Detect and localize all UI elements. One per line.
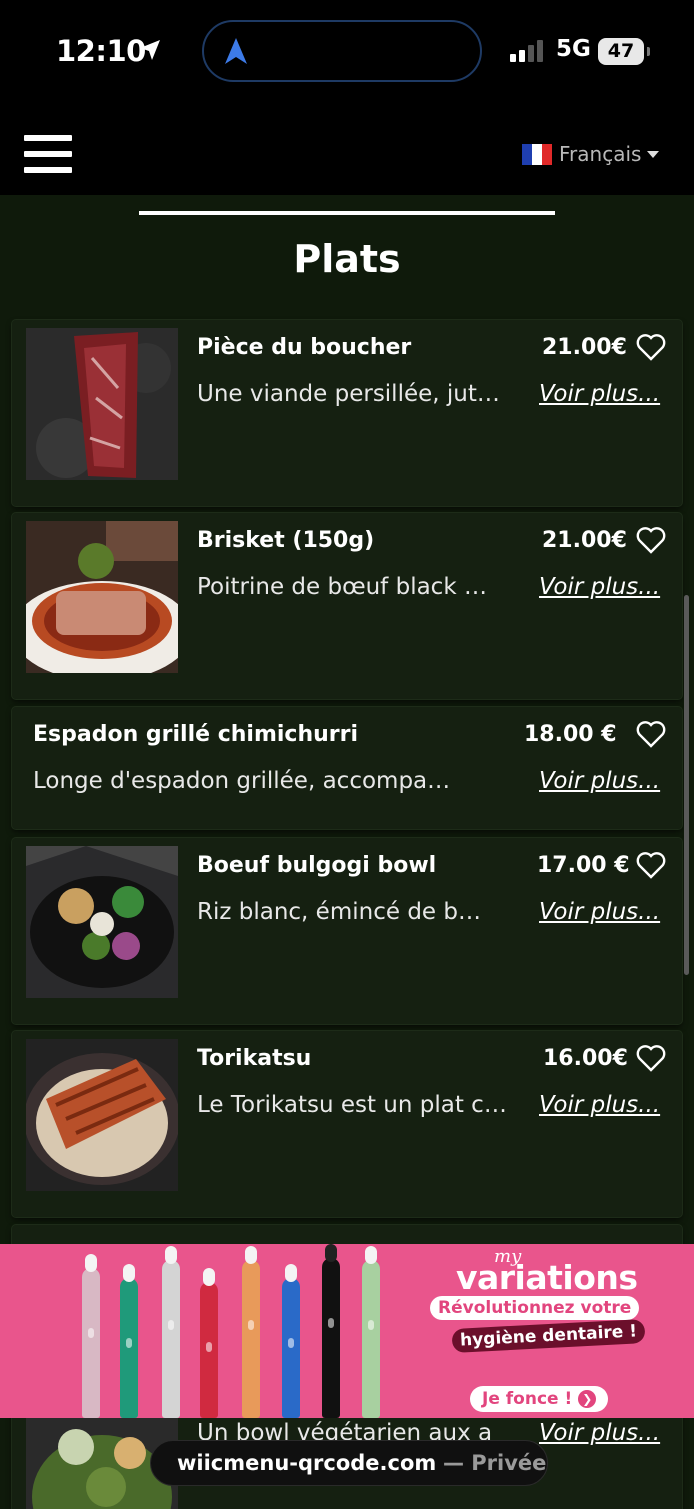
item-price: 16.00€ <box>543 1046 628 1071</box>
menu-item-card[interactable]: Torikatsu 16.00€ Le Torikatsu est un pla… <box>12 1031 682 1217</box>
network-type: 5G <box>556 36 591 62</box>
battery-indicator: 47 <box>598 38 650 65</box>
item-name: Boeuf bulgogi bowl <box>197 853 437 878</box>
item-description: Riz blanc, émincé de bœuf mariné <box>197 899 502 925</box>
item-description: Longe d'espadon grillée, accompagnée de … <box>33 768 451 794</box>
item-name: Brisket (150g) <box>197 528 375 553</box>
item-description: Poitrine de bœuf black Angus fumée <box>197 574 502 600</box>
advertisement-banner[interactable]: my variations Révolutionnez votre hygièn… <box>0 1244 694 1418</box>
arrow-right-icon: ❯ <box>578 1390 597 1408</box>
ad-subheadline: hygiène dentaire ! <box>451 1318 646 1354</box>
menu-item-card[interactable]: Boeuf bulgogi bowl 17.00 € Riz blanc, ém… <box>12 838 682 1024</box>
toothbrush-image <box>242 1246 260 1418</box>
language-selector[interactable]: Français <box>522 139 660 169</box>
menu-icon[interactable] <box>24 135 72 173</box>
item-name: Pièce du boucher <box>197 335 412 360</box>
item-name: Espadon grillé chimichurri <box>33 722 359 747</box>
see-more-link[interactable]: Voir plus... <box>539 1420 660 1446</box>
caret-down-icon <box>647 150 660 158</box>
private-mode-label: — Privée <box>442 1451 547 1475</box>
language-label: Français <box>559 142 642 166</box>
favorite-heart-icon[interactable] <box>636 720 666 748</box>
favorite-heart-icon[interactable] <box>636 333 666 361</box>
item-price: 21.00€ <box>542 528 627 553</box>
favorite-heart-icon[interactable] <box>636 1044 666 1072</box>
toothbrush-image <box>82 1254 100 1418</box>
toothbrush-image <box>200 1268 218 1418</box>
dish-photo <box>26 846 178 998</box>
see-more-link[interactable]: Voir plus... <box>539 574 660 600</box>
france-flag-icon <box>522 143 552 165</box>
url-host: wiicmenu-qrcode.com <box>177 1451 437 1475</box>
scrollbar[interactable] <box>684 595 689 975</box>
ad-brand-logo: variations <box>456 1258 638 1297</box>
toothbrush-image <box>282 1264 300 1418</box>
ad-headline: Révolutionnez votre <box>430 1296 640 1320</box>
menu-item-card[interactable]: Pièce du boucher 21.00€ Une viande persi… <box>12 320 682 506</box>
location-arrow-icon <box>140 40 160 60</box>
toothbrush-image <box>120 1264 138 1418</box>
item-name: Torikatsu <box>197 1046 312 1071</box>
dish-photo <box>26 328 178 480</box>
item-price: 21.00€ <box>542 335 627 360</box>
dynamic-island <box>202 20 482 82</box>
see-more-link[interactable]: Voir plus... <box>539 381 660 407</box>
item-price: 18.00 € <box>524 722 617 747</box>
title-divider <box>139 211 555 215</box>
dish-photo <box>26 521 178 673</box>
top-navigation: Français <box>0 105 694 195</box>
ad-cta-label: Je fonce ! <box>482 1389 573 1409</box>
toothbrush-image <box>322 1244 340 1418</box>
menu-item-card[interactable]: Brisket (150g) 21.00€ Poitrine de bœuf b… <box>12 513 682 699</box>
navigation-icon <box>225 38 247 64</box>
clock: 12:10 <box>56 34 146 68</box>
see-more-link[interactable]: Voir plus... <box>539 768 660 794</box>
section-title: Plats <box>293 237 401 281</box>
status-bar: 12:10 5G 47 <box>0 0 694 105</box>
item-description: Une viande persillée, juteuse et tendre <box>197 381 507 407</box>
dish-photo <box>26 1039 178 1191</box>
cellular-signal-icon <box>510 40 546 62</box>
favorite-heart-icon[interactable] <box>636 851 666 879</box>
see-more-link[interactable]: Voir plus... <box>539 899 660 925</box>
toothbrush-image <box>362 1246 380 1418</box>
browser-address-bar[interactable]: wiicmenu-qrcode.com — Privée <box>150 1440 548 1486</box>
toothbrush-image <box>162 1246 180 1418</box>
menu-item-card[interactable]: Espadon grillé chimichurri 18.00 € Longe… <box>12 707 682 829</box>
ad-cta-button[interactable]: Je fonce ! ❯ <box>470 1386 609 1412</box>
item-price: 17.00 € <box>537 853 630 878</box>
favorite-heart-icon[interactable] <box>636 526 666 554</box>
item-description: Le Torikatsu est un plat croustillant <box>197 1092 507 1118</box>
see-more-link[interactable]: Voir plus... <box>539 1092 660 1118</box>
